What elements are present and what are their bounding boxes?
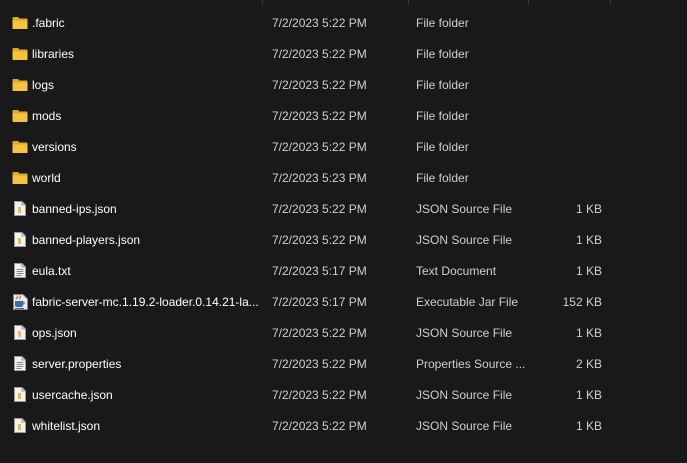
file-row[interactable]: fabric-server-mc.1.19.2-loader.0.14.21-l… — [0, 286, 687, 317]
file-size: 1 KB — [575, 418, 602, 433]
file-type: File folder — [416, 46, 469, 61]
file-row[interactable]: libraries 7/2/2023 5:22 PM File folder — [0, 38, 687, 69]
file-name: ops.json — [32, 325, 77, 340]
file-date-modified: 7/2/2023 5:22 PM — [272, 418, 367, 433]
file-size: 1 KB — [575, 325, 602, 340]
folder-icon — [12, 15, 28, 31]
file-date-modified: 7/2/2023 5:22 PM — [272, 108, 367, 123]
file-size: 1 KB — [575, 263, 602, 278]
file-type: Text Document — [416, 263, 497, 278]
json-file-icon — [12, 418, 28, 434]
file-row[interactable]: whitelist.json 7/2/2023 5:22 PM JSON Sourc… — [0, 410, 687, 441]
file-date-modified: 7/2/2023 5:22 PM — [272, 46, 367, 61]
file-date-modified: 7/2/2023 5:17 PM — [272, 294, 367, 309]
file-size: 152 KB — [562, 294, 602, 309]
file-row[interactable]: world 7/2/2023 5:23 PM File folder — [0, 162, 687, 193]
file-type: File folder — [416, 77, 469, 92]
file-row[interactable]: logs 7/2/2023 5:22 PM File folder — [0, 69, 687, 100]
file-date-modified: 7/2/2023 5:22 PM — [272, 325, 367, 340]
file-date-modified: 7/2/2023 5:23 PM — [272, 170, 367, 185]
file-name: world — [32, 170, 61, 185]
file-row[interactable]: banned-players.json 7/2/2023 5:22 PM JSON … — [0, 224, 687, 255]
file-date-modified: 7/2/2023 5:22 PM — [272, 387, 367, 402]
folder-icon — [12, 108, 28, 124]
file-row[interactable]: server.properties 7/2/2023 5:22 PM Propert… — [0, 348, 687, 379]
file-type: JSON Source File — [416, 201, 513, 216]
folder-icon — [12, 46, 28, 62]
text-file-icon — [12, 263, 28, 279]
jar-file-icon — [12, 293, 28, 310]
file-date-modified: 7/2/2023 5:17 PM — [272, 263, 367, 278]
file-row[interactable]: mods 7/2/2023 5:22 PM File folder — [0, 100, 687, 131]
file-type: File folder — [416, 15, 469, 30]
file-list: .fabric 7/2/2023 5:22 PM File folder librar… — [0, 7, 687, 441]
file-type: Executable Jar File — [416, 294, 519, 309]
file-name: .fabric — [32, 15, 65, 30]
file-row[interactable]: ops.json 7/2/2023 5:22 PM JSON Source File… — [0, 317, 687, 348]
file-name: usercache.json — [32, 387, 113, 402]
json-file-icon — [12, 387, 28, 403]
column-divider[interactable] — [408, 0, 409, 4]
file-size: 1 KB — [575, 232, 602, 247]
file-date-modified: 7/2/2023 5:22 PM — [272, 232, 367, 247]
file-date-modified: 7/2/2023 5:22 PM — [272, 139, 367, 154]
file-date-modified: 7/2/2023 5:22 PM — [272, 77, 367, 92]
file-name: libraries — [32, 46, 75, 61]
column-divider[interactable] — [610, 0, 611, 4]
file-type: JSON Source File — [416, 418, 513, 433]
file-name: server.properties — [32, 356, 122, 371]
file-type: File folder — [416, 139, 469, 154]
json-file-icon — [12, 232, 28, 248]
text-file-icon — [12, 356, 28, 372]
json-file-icon — [12, 201, 28, 217]
file-date-modified: 7/2/2023 5:22 PM — [272, 15, 367, 30]
file-size: 2 KB — [575, 356, 602, 371]
file-name: mods — [32, 108, 62, 123]
file-row[interactable]: versions 7/2/2023 5:22 PM File folder — [0, 131, 687, 162]
folder-icon — [12, 139, 28, 155]
file-type: File folder — [416, 170, 469, 185]
file-name: banned-ips.json — [32, 201, 117, 216]
file-size: 1 KB — [575, 387, 602, 402]
file-type: File folder — [416, 108, 469, 123]
file-size: 1 KB — [575, 201, 602, 216]
file-type: JSON Source File — [416, 325, 513, 340]
column-divider[interactable] — [528, 0, 529, 4]
file-row[interactable]: eula.txt 7/2/2023 5:17 PM Text Document 1 K… — [0, 255, 687, 286]
file-type: JSON Source File — [416, 387, 513, 402]
file-row[interactable]: .fabric 7/2/2023 5:22 PM File folder — [0, 7, 687, 38]
file-date-modified: 7/2/2023 5:22 PM — [272, 356, 367, 371]
file-row[interactable]: usercache.json 7/2/2023 5:22 PM JSON Sourc… — [0, 379, 687, 410]
file-name: eula.txt — [32, 263, 71, 278]
file-type: Properties Source ... — [416, 356, 526, 371]
file-date-modified: 7/2/2023 5:22 PM — [272, 201, 367, 216]
file-type: JSON Source File — [416, 232, 513, 247]
file-row[interactable]: banned-ips.json 7/2/2023 5:22 PM JSON Sour… — [0, 193, 687, 224]
file-name: fabric-server-mc.1.19.2-loader.0.14.21-l… — [32, 294, 259, 309]
file-name: whitelist.json — [32, 418, 101, 433]
folder-icon — [12, 170, 28, 186]
file-name: banned-players.json — [32, 232, 141, 247]
file-name: versions — [32, 139, 77, 154]
column-divider[interactable] — [262, 0, 263, 4]
file-name: logs — [32, 77, 55, 92]
folder-icon — [12, 77, 28, 93]
json-file-icon — [12, 325, 28, 341]
